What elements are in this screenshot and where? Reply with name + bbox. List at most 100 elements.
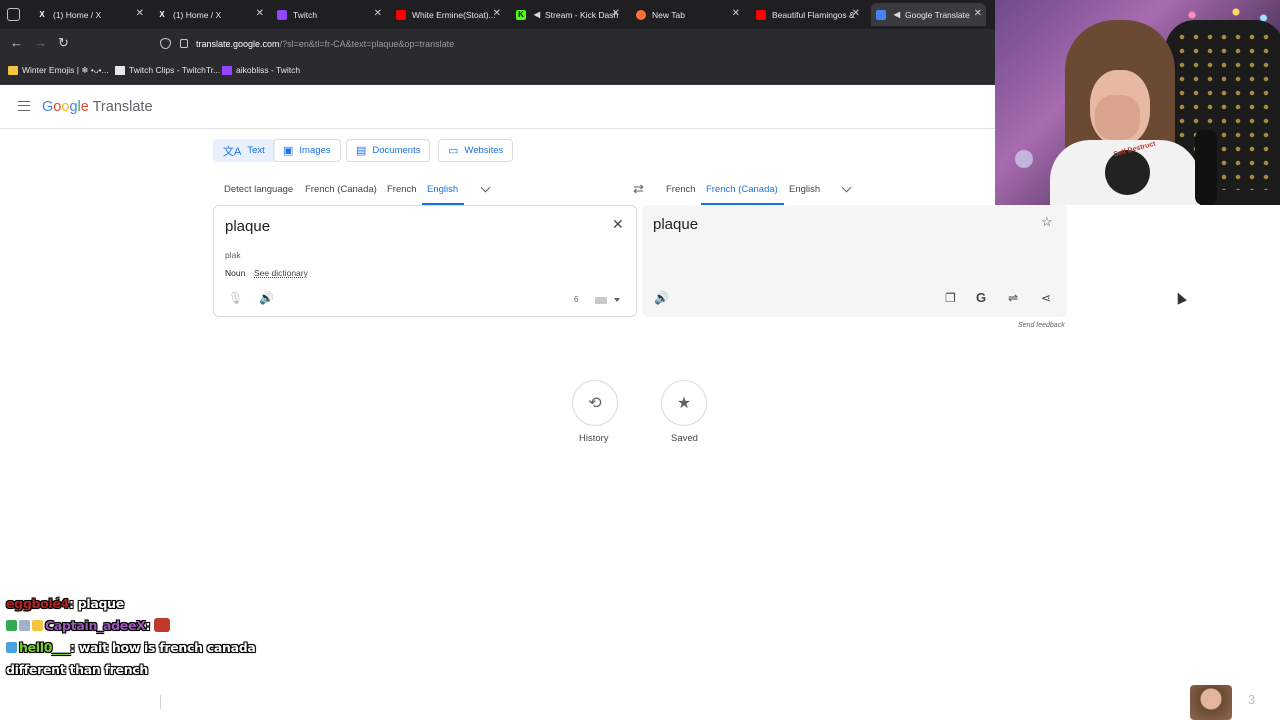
streamer-hand: [1095, 95, 1140, 140]
close-tab-icon[interactable]: ✕: [612, 8, 620, 19]
mouse-cursor-icon: [1173, 290, 1187, 305]
chat-message: eggbolé4: plaque: [6, 596, 124, 611]
save-translation-star-icon[interactable]: ☆: [1041, 214, 1053, 230]
folder-icon: [8, 66, 18, 75]
history-icon: ⟲: [588, 395, 602, 412]
target-lang-french[interactable]: French: [666, 184, 696, 195]
saved-button[interactable]: ★: [661, 380, 707, 426]
tab-home-x-1[interactable]: X (1) Home / X ✕: [33, 3, 148, 26]
tab-twitch[interactable]: Twitch ✕: [273, 3, 386, 26]
rate-translation-icon[interactable]: ⇌: [1008, 291, 1018, 305]
chat-username: eggbolé4: [6, 596, 69, 611]
back-icon[interactable]: ←: [10, 35, 23, 50]
twitch-icon: [222, 65, 232, 75]
mode-text-button[interactable]: 文A Text: [213, 139, 275, 162]
keyboard-icon[interactable]: [595, 297, 607, 304]
close-tab-icon[interactable]: ✕: [852, 8, 860, 19]
kick-icon: K: [516, 9, 526, 20]
logo-product-name: Translate: [92, 99, 153, 115]
clear-source-text-icon[interactable]: ✕: [612, 216, 624, 233]
url-path: /?sl=en&tl=fr-CA&text=plaque&op=translat…: [279, 38, 455, 49]
tab-new-tab[interactable]: New Tab ✕: [632, 3, 744, 26]
google-search-icon[interactable]: G: [976, 290, 986, 305]
bookmark-winter-emojis[interactable]: Winter Emojis | ❄ •ᴗ•...: [8, 65, 109, 76]
close-tab-icon[interactable]: ✕: [256, 8, 264, 19]
close-tab-icon[interactable]: ✕: [136, 8, 144, 19]
tab-google-translate[interactable]: ◀ Google Translate ✕: [871, 3, 986, 26]
streamer-thumbnail: [1190, 685, 1232, 720]
browser-tabbar: X (1) Home / X ✕ X (1) Home / X ✕ Twitch…: [0, 0, 995, 29]
image-icon: ▣: [283, 145, 294, 157]
share-translation-icon[interactable]: ⋖: [1041, 291, 1051, 305]
source-lang-french[interactable]: French: [387, 184, 417, 195]
x-icon: X: [159, 10, 165, 19]
chat-username: Captain_adeeX: [45, 618, 146, 633]
close-tab-icon[interactable]: ✕: [493, 8, 501, 19]
translate-icon: 文A: [223, 145, 242, 158]
chat-text: different than french: [6, 662, 149, 677]
send-feedback-link[interactable]: Send feedback: [1018, 322, 1065, 329]
translated-text: plaque: [653, 216, 699, 233]
youtube-icon: [756, 9, 766, 20]
star-icon: ★: [676, 395, 692, 412]
character-count: 6: [574, 295, 579, 304]
microphone-icon[interactable]: 🎙: [228, 291, 243, 305]
keyboard-dropdown-icon[interactable]: [614, 298, 620, 302]
tab-home-x-2[interactable]: X (1) Home / X ✕: [153, 3, 268, 26]
tab-overview-icon[interactable]: [7, 8, 20, 21]
history-button[interactable]: ⟲: [572, 380, 618, 426]
target-lang-english[interactable]: English: [789, 184, 820, 195]
webcam-overlay: Self Destruct: [995, 0, 1280, 205]
bookmark-aikobliss[interactable]: aikobliss - Twitch: [222, 65, 300, 75]
verified-badge-icon: [6, 620, 17, 631]
twitchtracker-icon: [115, 65, 125, 75]
source-lang-chevron-down-icon[interactable]: [480, 182, 491, 193]
menu-icon[interactable]: [18, 101, 30, 111]
target-lang-french-canada[interactable]: French (Canada): [706, 184, 778, 195]
chat-text: wait how is french canada: [74, 640, 256, 655]
see-dictionary-link[interactable]: See dictionary: [254, 268, 308, 278]
source-lang-detect[interactable]: Detect language: [224, 184, 293, 195]
tab-kick-dash[interactable]: K ◀ Stream - Kick Dash ✕: [512, 3, 624, 26]
chat-emote-icon: [154, 618, 171, 632]
x-icon: X: [39, 10, 45, 19]
forward-icon[interactable]: →: [34, 35, 47, 50]
tab-flamingos[interactable]: Beautiful Flamingos & ✕: [752, 3, 864, 26]
microphone: [1195, 130, 1217, 205]
target-lang-chevron-down-icon[interactable]: [841, 182, 852, 193]
gift-badge-icon: [19, 620, 30, 631]
mode-documents-button[interactable]: ▤ Documents: [346, 139, 431, 162]
screen: X (1) Home / X ✕ X (1) Home / X ✕ Twitch…: [0, 0, 1280, 720]
document-icon: ▤: [356, 145, 367, 157]
chat-text: plaque: [73, 596, 125, 611]
lock-icon[interactable]: [180, 39, 188, 48]
close-tab-icon[interactable]: ✕: [374, 8, 382, 19]
crown-badge-icon: [32, 620, 43, 631]
firefox-icon: [636, 9, 646, 20]
source-lang-english[interactable]: English: [427, 184, 458, 195]
close-tab-icon[interactable]: ✕: [732, 8, 740, 19]
bookmark-twitch-clips[interactable]: Twitch Clips - TwitchTr...: [115, 65, 220, 75]
google-translate-logo[interactable]: Google Translate: [42, 99, 153, 115]
speaker-icon: ◀: [893, 10, 901, 19]
listen-source-speaker-icon[interactable]: 🔊: [259, 291, 274, 305]
swap-languages-icon[interactable]: ⇄: [633, 181, 644, 197]
translate-icon: [876, 9, 886, 20]
listen-translation-speaker-icon[interactable]: 🔊: [654, 291, 669, 305]
source-text-input[interactable]: plaque: [225, 218, 270, 235]
source-lang-french-canada[interactable]: French (Canada): [305, 184, 377, 195]
history-label: History: [579, 433, 609, 444]
address-bar[interactable]: translate.google.com /?sl=en&tl=fr-CA&te…: [150, 33, 990, 54]
chat-message: Captain_adeeX:: [6, 618, 171, 633]
tracking-shield-icon[interactable]: [160, 38, 171, 49]
tab-white-ermine[interactable]: White Ermine(Stoat)... ✕: [392, 3, 505, 26]
chat-message: hell0___: wait how is french canada: [6, 640, 256, 655]
copy-translation-icon[interactable]: ❐: [945, 291, 956, 305]
close-tab-icon[interactable]: ✕: [974, 8, 982, 19]
mode-websites-button[interactable]: ▭ Websites: [438, 139, 514, 162]
shirt-graphic: [1105, 150, 1150, 195]
mode-images-button[interactable]: ▣ Images: [273, 139, 341, 162]
reload-icon[interactable]: ↻: [58, 35, 69, 51]
youtube-icon: [396, 9, 406, 20]
chat-message-continued: different than french: [6, 662, 148, 677]
